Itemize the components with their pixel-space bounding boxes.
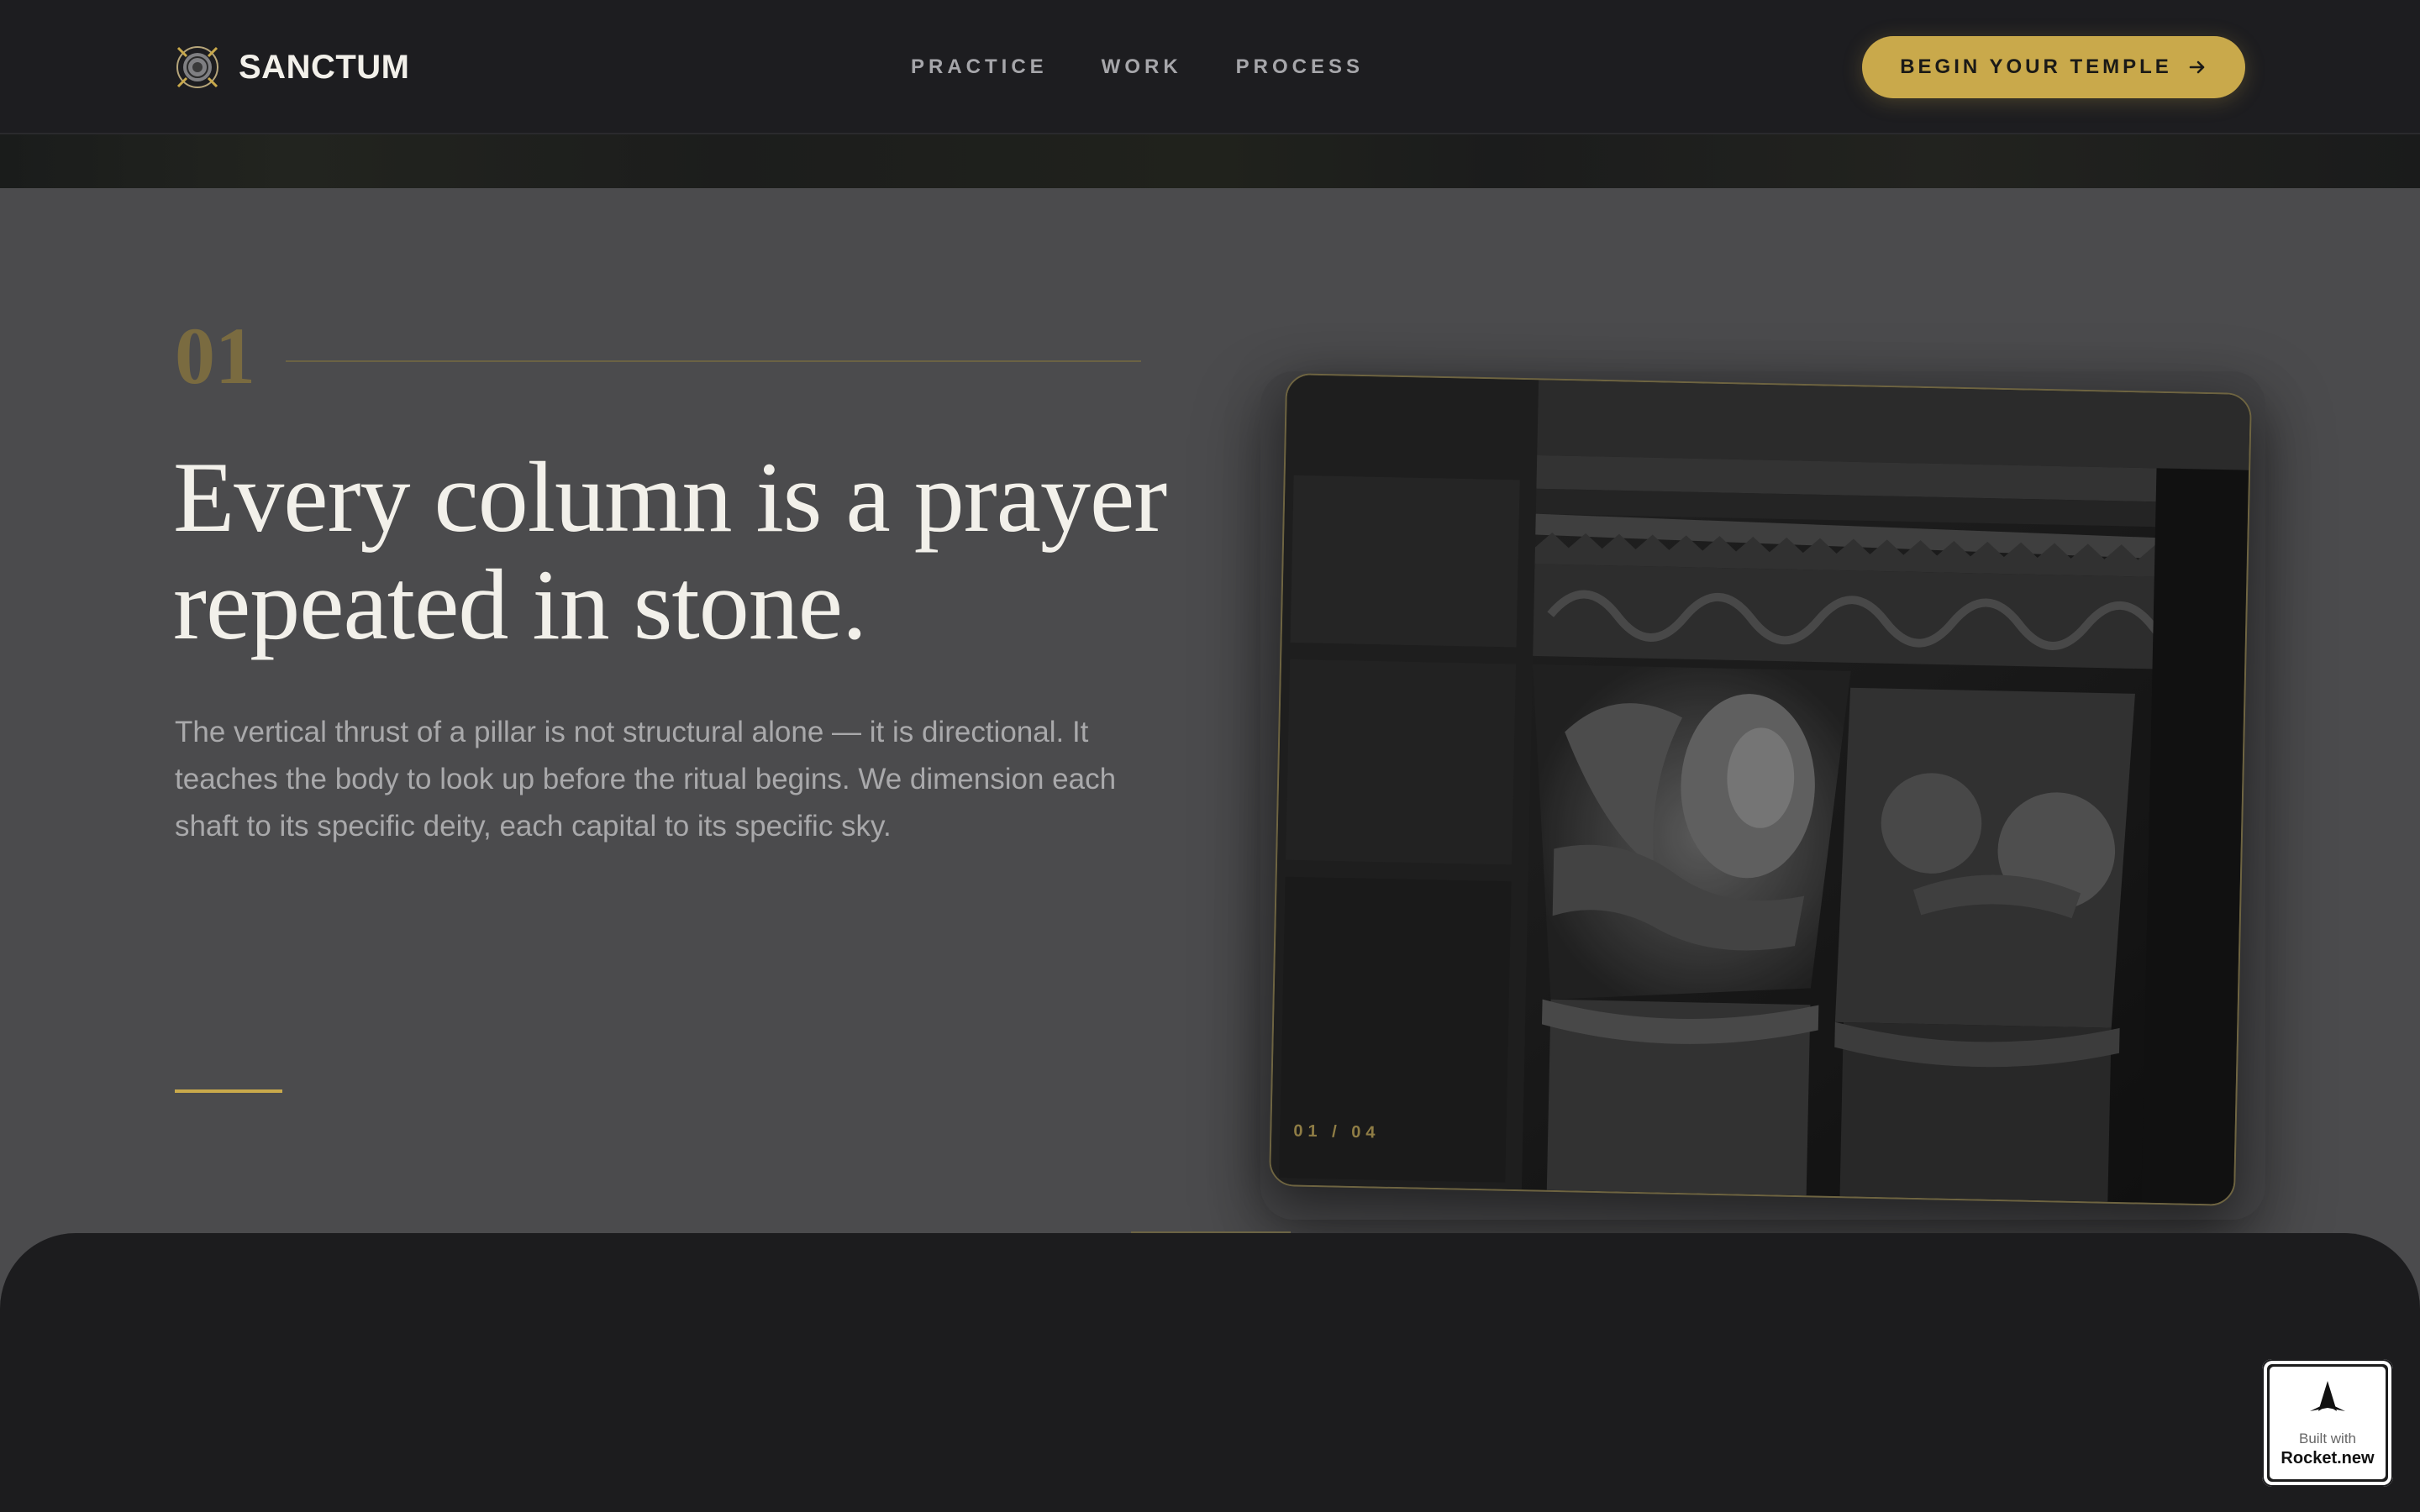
begin-temple-button[interactable]: BEGIN YOUR TEMPLE [1862, 36, 2245, 98]
built-with-badge[interactable]: Built with Rocket.new [2262, 1359, 2393, 1487]
brand-name: SANCTUM [239, 48, 410, 86]
badge-big-text: Rocket.new [2281, 1449, 2375, 1467]
stone-capital-photo [1270, 375, 2250, 1205]
section-headline: Every column is a prayer repeated in sto… [173, 444, 1232, 659]
brand-logo[interactable]: SANCTUM [175, 42, 409, 92]
arrow-right-icon [2189, 60, 2205, 74]
hero-image-strip [0, 134, 2420, 188]
section-progress-mark [1131, 1231, 1291, 1233]
rocket-logo-icon [2310, 1381, 2345, 1411]
site-header: SANCTUM PRACTICE WORK PROCESS BEGIN YOUR… [0, 0, 2420, 134]
nav-item-practice[interactable]: PRACTICE [911, 55, 1048, 79]
accent-rule [175, 1089, 282, 1093]
section-number-row: 01 [175, 314, 1141, 398]
headline-line-2: repeated in stone. [173, 549, 867, 660]
section-number: 01 [175, 311, 255, 401]
section-number-divider [286, 360, 1141, 362]
nav-item-work[interactable]: WORK [1102, 55, 1182, 79]
section-body: The vertical thrust of a pillar is not s… [175, 716, 1117, 843]
column-image-card: 01 / 04 [1268, 373, 2253, 1206]
sanctum-logo-icon [176, 46, 218, 88]
badge-small-text: Built with [2298, 1431, 2357, 1446]
main-nav: PRACTICE WORK PROCESS [911, 49, 1364, 86]
headline-line-1: Every column is a prayer [173, 441, 1167, 553]
nav-item-process[interactable]: PROCESS [1236, 55, 1364, 79]
next-section-panel [0, 1233, 2420, 1512]
image-counter: 01 / 04 [1293, 1121, 1381, 1142]
begin-temple-label: BEGIN YOUR TEMPLE [1900, 55, 2172, 78]
